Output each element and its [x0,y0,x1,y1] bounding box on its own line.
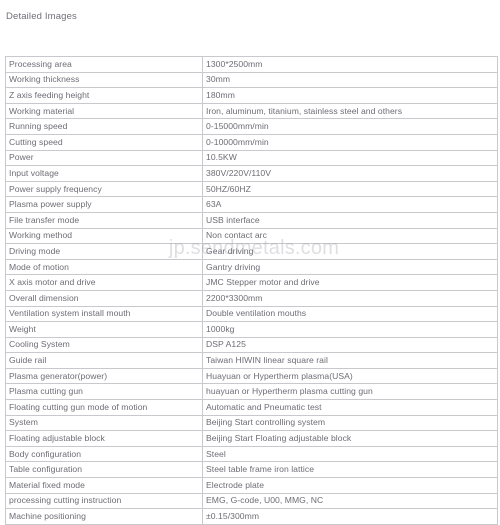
spec-label-cell: Z axis feeding height [5,87,203,104]
spec-label-cell: Body configuration [5,445,203,463]
table-row: Driving mode Gear driving [5,243,498,260]
spec-label-cell: Floating adjustable block [5,430,203,447]
spec-label-cell: Cooling System [5,336,203,354]
table-row: Cooling System DSP A125 [5,336,498,354]
spec-value-cell: JMC Stepper motor and drive [202,274,498,291]
table-row: Working material Iron, aluminum, titanium… [5,102,498,120]
spec-label-cell: Driving mode [5,243,203,260]
table-row: Material fixed mode Electrode plate [5,477,498,494]
spec-value-cell: Beijing Start Floating adjustable block [202,430,498,447]
spec-value-cell: 10.5KW [202,149,498,167]
spec-value-cell: 63A [202,196,498,213]
table-row: Running speed 0-15000mm/min [5,118,498,135]
table-row: Machine positioning ±0.15/300mm [5,508,498,525]
spec-value-cell: Non contact arc [202,227,498,245]
spec-label-cell: Processing area [5,56,203,73]
spec-value-cell: Electrode plate [202,477,498,494]
table-row: System Beijing Start controlling system [5,414,498,432]
spec-value-cell: Steel table frame iron lattice [202,461,498,479]
specification-table: Processing area 1300*2500mm Working thickn… [5,56,498,525]
spec-label-cell: Input voltage [5,165,203,182]
spec-value-cell: Double ventilation mouths [202,305,498,323]
table-row: Power supply frequency 50HZ/60HZ [5,180,498,198]
spec-value-cell: USB interface [202,211,498,229]
table-row: Z axis feeding height 180mm [5,87,498,104]
spec-label-cell: Power supply frequency [5,180,203,198]
spec-label-cell: Mode of motion [5,258,203,276]
spec-value-cell: Huayuan or Hypertherm plasma(USA) [202,367,498,385]
spec-label-cell: Machine positioning [5,508,203,525]
spec-label-cell: Table configuration [5,461,203,479]
spec-value-cell: Gantry driving [202,258,498,276]
table-row: Ventilation system install mouth Double v… [5,305,498,323]
spec-value-cell: ±0.15/300mm [202,508,498,525]
spec-value-cell: Taiwan HIWIN linear square rail [202,352,498,369]
spec-value-cell: 0-10000mm/min [202,133,498,151]
table-row: Guide rail Taiwan HIWIN linear square rai… [5,352,498,369]
spec-value-cell: DSP A125 [202,336,498,354]
spec-label-cell: Ventilation system install mouth [5,305,203,323]
table-row: Plasma generator(power) Huayuan or Hypert… [5,367,498,385]
spec-value-cell: 1300*2500mm [202,56,498,73]
spec-value-cell: Gear driving [202,243,498,260]
spec-label-cell: Plasma power supply [5,196,203,213]
spec-value-cell: 30mm [202,71,498,89]
spec-label-cell: Working thickness [5,71,203,89]
spec-label-cell: Plasma generator(power) [5,367,203,385]
table-row: Processing area 1300*2500mm [5,56,498,73]
spec-label-cell: System [5,414,203,432]
spec-label-cell: Weight [5,321,203,338]
spec-label-cell: File transfer mode [5,211,203,229]
spec-label-cell: processing cutting instruction [5,492,203,510]
table-row: Weight 1000kg [5,321,498,338]
table-row: Plasma power supply 63A [5,196,498,213]
spec-label-cell: Material fixed mode [5,477,203,494]
table-row: File transfer mode USB interface [5,211,498,229]
table-row: Plasma cutting gun huayuan or Hypertherm … [5,383,498,401]
spec-value-cell: Steel [202,445,498,463]
table-row: Input voltage 380V/220V/110V [5,165,498,182]
spec-label-cell: Plasma cutting gun [5,383,203,401]
table-row: Power 10.5KW [5,149,498,167]
spec-label-cell: Working material [5,102,203,120]
specification-table-container: Processing area 1300*2500mm Working thickn… [5,56,498,525]
table-row: Cutting speed 0-10000mm/min [5,133,498,151]
table-row: Floating adjustable block Beijing Start F… [5,430,498,447]
spec-value-cell: Beijing Start controlling system [202,414,498,432]
spec-label-cell: X axis motor and drive [5,274,203,291]
spec-label-cell: Running speed [5,118,203,135]
spec-value-cell: EMG, G-code, U00, MMG, NC [202,492,498,510]
spec-label-cell: Cutting speed [5,133,203,151]
spec-label-cell: Guide rail [5,352,203,369]
table-row: Body configuration Steel [5,445,498,463]
table-row: Mode of motion Gantry driving [5,258,498,276]
spec-value-cell: 180mm [202,87,498,104]
table-row: X axis motor and drive JMC Stepper motor … [5,274,498,291]
page-title: Detailed Images [6,11,77,22]
table-row: Working thickness 30mm [5,71,498,89]
table-row: Table configuration Steel table frame iro… [5,461,498,479]
table-row: Floating cutting gun mode of motion Autom… [5,399,498,416]
spec-label-cell: Working method [5,227,203,245]
spec-label-cell: Overall dimension [5,289,203,307]
spec-label-cell: Floating cutting gun mode of motion [5,399,203,416]
spec-value-cell: 2200*3300mm [202,289,498,307]
table-row: Overall dimension 2200*3300mm [5,289,498,307]
specification-table-body: Processing area 1300*2500mm Working thickn… [5,56,498,525]
spec-label-cell: Power [5,149,203,167]
spec-value-cell: 380V/220V/110V [202,165,498,182]
spec-value-cell: 50HZ/60HZ [202,180,498,198]
spec-value-cell: 1000kg [202,321,498,338]
spec-value-cell: Iron, aluminum, titanium, stainless stee… [202,102,498,120]
spec-value-cell: huayuan or Hypertherm plasma cutting gun [202,383,498,401]
spec-value-cell: 0-15000mm/min [202,118,498,135]
table-row: processing cutting instruction EMG, G-cod… [5,492,498,510]
table-row: Working method Non contact arc [5,227,498,245]
spec-value-cell: Automatic and Pneumatic test [202,399,498,416]
